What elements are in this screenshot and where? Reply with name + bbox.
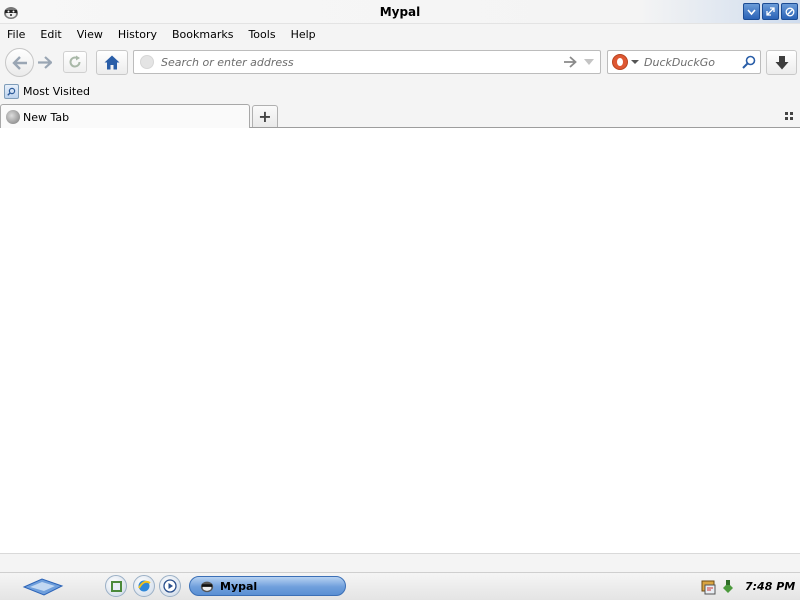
globe-icon bbox=[6, 110, 20, 124]
menu-bookmarks[interactable]: Bookmarks bbox=[172, 28, 233, 41]
taskbar-task-label: Mypal bbox=[220, 579, 258, 593]
reload-button[interactable] bbox=[63, 51, 87, 73]
search-icon[interactable] bbox=[742, 55, 756, 69]
restore-button[interactable] bbox=[762, 3, 779, 20]
bookmark-most-visited[interactable]: Most Visited bbox=[4, 83, 90, 100]
search-engine-dropdown-icon[interactable] bbox=[631, 60, 639, 64]
new-tab-button[interactable]: + bbox=[252, 105, 278, 127]
mypal-task-icon bbox=[200, 581, 214, 593]
quicklaunch-browser-icon[interactable] bbox=[133, 575, 155, 597]
taskbar: Mypal 7:48 PM bbox=[0, 572, 800, 600]
url-dropdown-icon[interactable] bbox=[583, 57, 595, 67]
menu-bar: File Edit View History Bookmarks Tools H… bbox=[0, 24, 800, 44]
menu-edit[interactable]: Edit bbox=[40, 28, 61, 41]
minimize-icon bbox=[747, 9, 756, 16]
download-icon bbox=[775, 55, 788, 69]
close-button[interactable] bbox=[781, 3, 798, 20]
restore-icon bbox=[766, 7, 775, 16]
tab-label: New Tab bbox=[23, 111, 70, 124]
security-tray-icon[interactable] bbox=[720, 579, 736, 595]
minimize-button[interactable] bbox=[743, 3, 760, 20]
menu-file[interactable]: File bbox=[7, 28, 25, 41]
search-input[interactable] bbox=[644, 54, 736, 70]
quicklaunch-desktop-icon[interactable] bbox=[105, 575, 127, 597]
taskbar-mypal-button[interactable]: Mypal bbox=[189, 576, 346, 596]
menu-help[interactable]: Help bbox=[291, 28, 316, 41]
home-icon bbox=[104, 55, 120, 70]
title-bar[interactable]: Mypal bbox=[0, 0, 800, 24]
start-button[interactable] bbox=[22, 576, 64, 597]
bookmarks-toolbar: Most Visited bbox=[0, 80, 800, 103]
back-button[interactable] bbox=[5, 48, 34, 77]
network-tray-icon[interactable] bbox=[701, 579, 717, 595]
page-content[interactable] bbox=[0, 128, 800, 553]
bookmark-label: Most Visited bbox=[23, 85, 90, 98]
forward-icon bbox=[37, 56, 52, 69]
search-bar[interactable] bbox=[607, 50, 761, 74]
tab-new-tab[interactable]: New Tab bbox=[0, 104, 250, 129]
menu-tools[interactable]: Tools bbox=[248, 28, 275, 41]
menu-history[interactable]: History bbox=[118, 28, 157, 41]
back-icon bbox=[11, 55, 27, 70]
go-arrow-icon[interactable] bbox=[563, 56, 577, 68]
downloads-button[interactable] bbox=[766, 50, 797, 75]
folder-icon bbox=[4, 84, 19, 99]
menu-view[interactable]: View bbox=[77, 28, 103, 41]
window-title: Mypal bbox=[379, 5, 421, 19]
url-bar[interactable] bbox=[133, 50, 601, 74]
status-bar bbox=[0, 553, 800, 572]
reload-icon bbox=[69, 55, 81, 68]
url-input[interactable] bbox=[161, 54, 551, 70]
tab-strip: New Tab + bbox=[0, 103, 800, 129]
all-tabs-icon[interactable] bbox=[784, 111, 794, 121]
quicklaunch-media-player-icon[interactable] bbox=[159, 575, 181, 597]
close-icon bbox=[785, 7, 794, 16]
taskbar-clock[interactable]: 7:48 PM bbox=[745, 580, 795, 593]
navigation-toolbar bbox=[0, 44, 800, 80]
forward-button[interactable] bbox=[34, 53, 54, 72]
home-button[interactable] bbox=[96, 50, 128, 75]
site-identity-icon[interactable] bbox=[140, 55, 154, 69]
duckduckgo-icon[interactable] bbox=[612, 54, 628, 70]
